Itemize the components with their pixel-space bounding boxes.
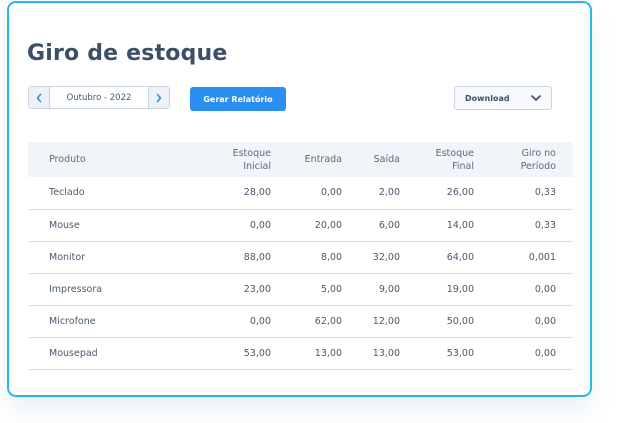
cell-entrada: 62,00 (288, 305, 359, 338)
cell-entrada: 0,00 (288, 177, 359, 210)
cell-giro: 0,33 (491, 209, 573, 242)
cell-estoque-inicial: 0,00 (178, 305, 288, 338)
cell-saida: 13,00 (359, 337, 417, 370)
table-row: Impressora 23,00 5,00 9,00 19,00 0,00 (28, 273, 573, 306)
cell-produto: Impressora (28, 273, 178, 306)
table-row: Mousepad 53,00 13,00 13,00 53,00 0,00 (28, 337, 573, 370)
table-row: Mouse 0,00 20,00 6,00 14,00 0,33 (28, 209, 573, 242)
cell-giro: 0,001 (491, 241, 573, 274)
table-row: Monitor 88,00 8,00 32,00 64,00 0,001 (28, 241, 573, 274)
header-entrada: Entrada (288, 142, 359, 177)
cell-produto: Teclado (28, 177, 178, 210)
chevron-right-icon (156, 93, 162, 102)
header-giro-periodo: Giro no Período (491, 142, 573, 177)
header-produto: Produto (28, 142, 178, 177)
generate-report-button[interactable]: Gerar Relatório (190, 87, 286, 111)
cell-saida: 6,00 (359, 209, 417, 242)
cell-saida: 32,00 (359, 241, 417, 274)
month-label: Outubro - 2022 (66, 92, 132, 103)
next-month-button[interactable] (148, 87, 169, 108)
cell-entrada: 13,00 (288, 337, 359, 370)
cell-estoque-final: 19,00 (417, 273, 491, 306)
chevron-left-icon (36, 93, 42, 102)
header-estoque-inicial: Estoque Inicial (178, 142, 288, 177)
page-title: Giro de estoque (27, 41, 228, 66)
cell-estoque-inicial: 88,00 (178, 241, 288, 274)
header-estoque-final: Estoque Final (417, 142, 491, 177)
cell-produto: Mouse (28, 209, 178, 242)
cell-estoque-inicial: 23,00 (178, 273, 288, 306)
cell-estoque-final: 14,00 (417, 209, 491, 242)
cell-estoque-inicial: 0,00 (178, 209, 288, 242)
month-picker: Outubro - 2022 (28, 86, 170, 109)
cell-giro: 0,00 (491, 273, 573, 306)
previous-month-button[interactable] (29, 87, 50, 108)
cell-estoque-final: 64,00 (417, 241, 491, 274)
cell-produto: Mousepad (28, 337, 178, 370)
table-header-row: Produto Estoque Inicial Entrada Saída Est… (28, 142, 573, 177)
report-card: Giro de estoque Outubro - 2022 Gerar Rel… (7, 1, 592, 397)
cell-estoque-final: 53,00 (417, 337, 491, 370)
cell-entrada: 5,00 (288, 273, 359, 306)
cell-produto: Microfone (28, 305, 178, 338)
cell-giro: 0,00 (491, 305, 573, 338)
download-label: Download (465, 93, 510, 103)
cell-entrada: 8,00 (288, 241, 359, 274)
header-saida: Saída (359, 142, 417, 177)
download-dropdown[interactable]: Download (454, 86, 552, 110)
cell-saida: 9,00 (359, 273, 417, 306)
cell-giro: 0,00 (491, 337, 573, 370)
cell-estoque-final: 50,00 (417, 305, 491, 338)
table-row: Microfone 0,00 62,00 12,00 50,00 0,00 (28, 305, 573, 338)
stock-turnover-table: Produto Estoque Inicial Entrada Saída Est… (28, 142, 573, 370)
chevron-down-icon (531, 95, 541, 101)
table-row: Teclado 28,00 0,00 2,00 26,00 0,33 (28, 177, 573, 210)
cell-saida: 2,00 (359, 177, 417, 210)
cell-giro: 0,33 (491, 177, 573, 210)
cell-produto: Monitor (28, 241, 178, 274)
cell-estoque-inicial: 53,00 (178, 337, 288, 370)
cell-entrada: 20,00 (288, 209, 359, 242)
cell-saida: 12,00 (359, 305, 417, 338)
cell-estoque-inicial: 28,00 (178, 177, 288, 210)
cell-estoque-final: 26,00 (417, 177, 491, 210)
